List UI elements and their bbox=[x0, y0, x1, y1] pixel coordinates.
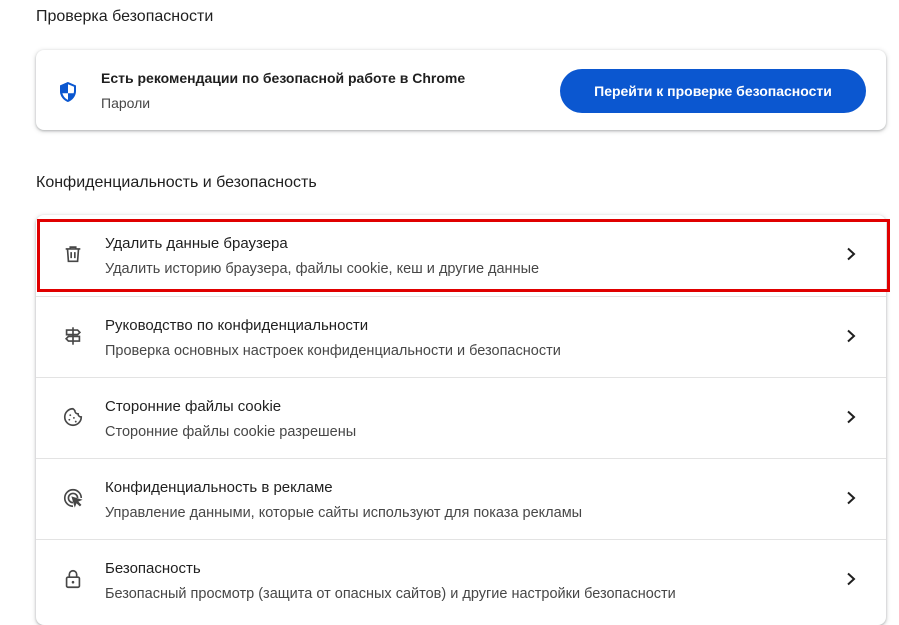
chevron-right-icon bbox=[847, 329, 856, 343]
privacy-settings-list: Удалить данные браузера Удалить историю … bbox=[36, 215, 886, 625]
row-description: Удалить историю браузера, файлы cookie, … bbox=[105, 261, 540, 277]
signpost-icon bbox=[64, 327, 82, 345]
row-description: Управление данными, которые сайты исполь… bbox=[105, 505, 583, 521]
row-label: Конфиденциальность в рекламе bbox=[105, 479, 333, 496]
row-description: Проверка основных настроек конфиденциаль… bbox=[105, 343, 561, 359]
security-row[interactable]: Безопасность Безопасный просмотр (защита… bbox=[36, 539, 886, 621]
chevron-right-icon bbox=[847, 572, 856, 586]
trash-icon bbox=[65, 246, 81, 263]
safety-check-section-title: Проверка безопасности bbox=[36, 8, 214, 25]
row-description: Безопасный просмотр (защита от опасных с… bbox=[105, 586, 676, 602]
chevron-right-icon bbox=[847, 410, 856, 424]
row-description: Сторонние файлы cookie разрешены bbox=[105, 424, 357, 440]
safety-check-card: Есть рекомендации по безопасной работе в… bbox=[36, 50, 886, 130]
clear-browsing-data-row[interactable]: Удалить данные браузера Удалить историю … bbox=[36, 215, 886, 296]
row-label: Безопасность bbox=[105, 560, 201, 577]
shield-icon bbox=[60, 82, 76, 102]
row-label: Сторонние файлы cookie bbox=[105, 398, 282, 415]
privacy-guide-row[interactable]: Руководство по конфиденциальности Провер… bbox=[36, 296, 886, 378]
chevron-right-icon bbox=[847, 247, 856, 261]
safety-check-card-title: Есть рекомендации по безопасной работе в… bbox=[101, 70, 466, 86]
go-to-safety-check-button[interactable]: Перейти к проверке безопасности bbox=[560, 69, 866, 113]
row-label: Руководство по конфиденциальности bbox=[105, 317, 369, 334]
row-label: Удалить данные браузера bbox=[105, 235, 288, 252]
ad-privacy-icon bbox=[63, 488, 83, 508]
safety-check-card-subtitle: Пароли bbox=[101, 95, 151, 111]
third-party-cookies-row[interactable]: Сторонние файлы cookie Сторонние файлы c… bbox=[36, 377, 886, 459]
ad-privacy-row[interactable]: Конфиденциальность в рекламе Управление … bbox=[36, 458, 886, 540]
chevron-right-icon bbox=[847, 491, 856, 505]
lock-icon bbox=[65, 569, 81, 589]
privacy-section-title: Конфиденциальность и безопасность bbox=[36, 174, 317, 191]
cookie-icon bbox=[63, 407, 83, 427]
